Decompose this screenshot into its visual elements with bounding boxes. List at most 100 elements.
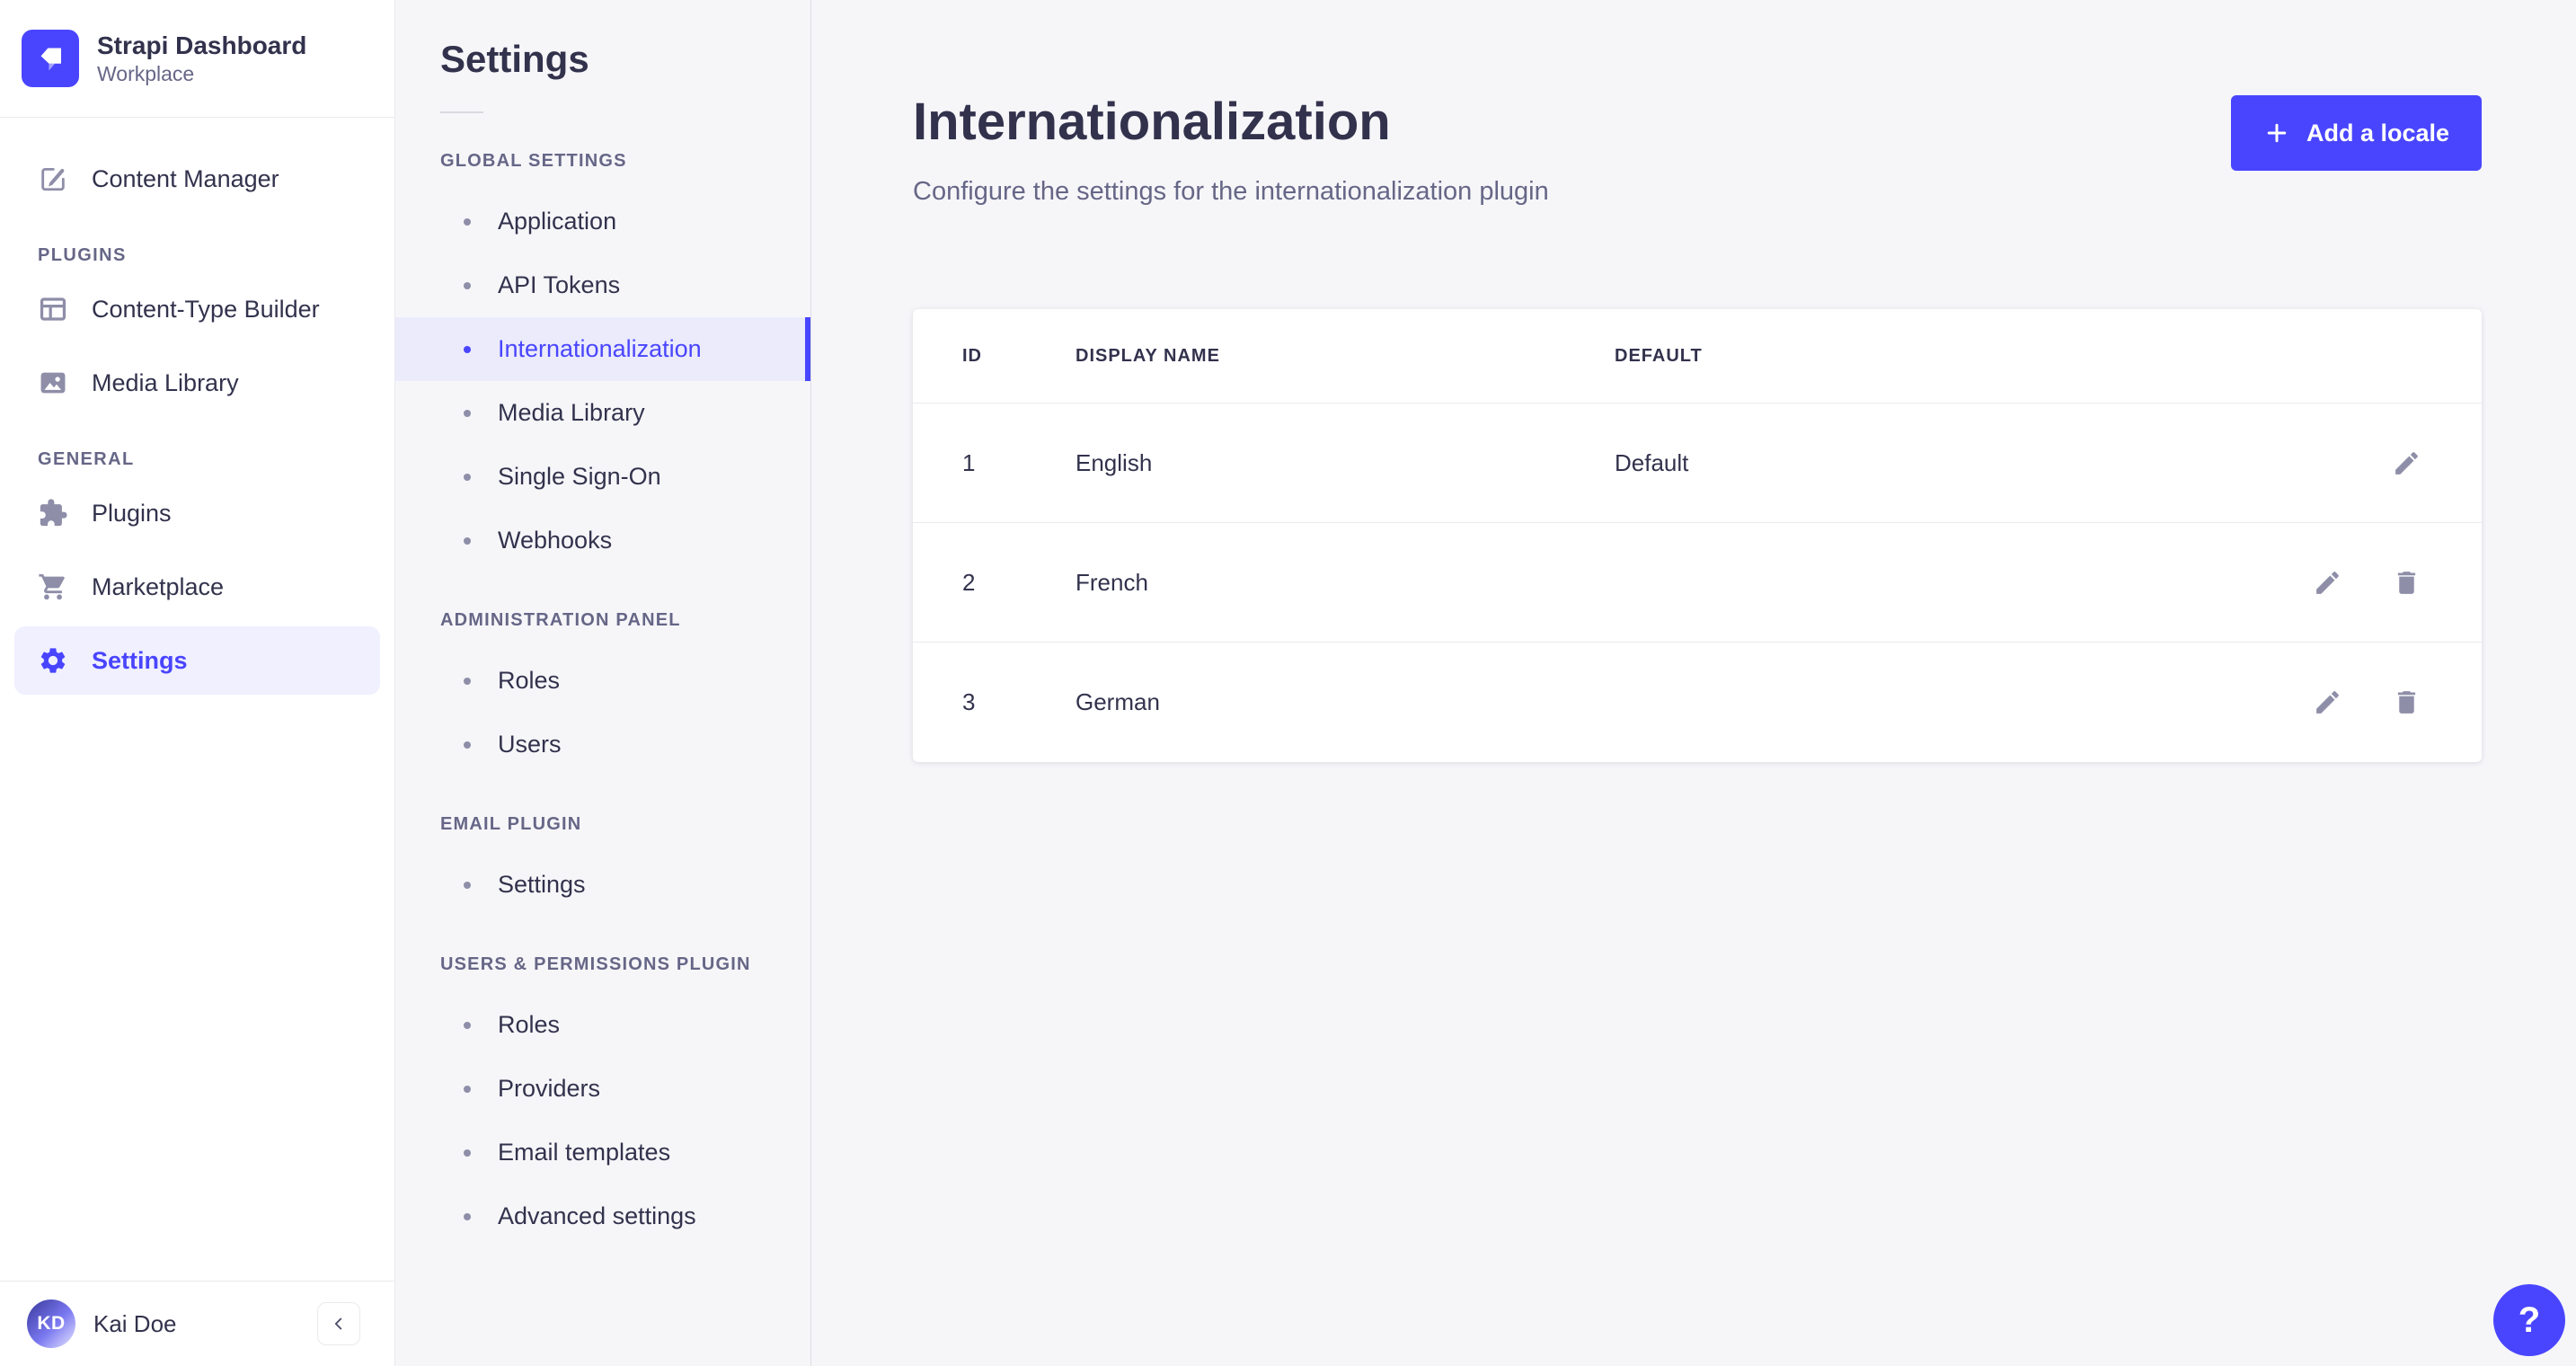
add-locale-button-label: Add a locale — [2306, 119, 2449, 146]
sidebar-item-label: Content-Type Builder — [92, 295, 320, 323]
row-actions — [2221, 681, 2428, 724]
table-row: 1 English Default — [913, 404, 2482, 523]
trash-icon — [2397, 691, 2415, 714]
column-header-display-name: DISPLAY NAME — [1076, 345, 1220, 366]
question-mark-icon: ? — [2518, 1299, 2541, 1340]
cart-icon — [39, 573, 65, 600]
subnav-item-label: Email templates — [498, 1139, 671, 1166]
row-actions — [2221, 561, 2428, 604]
edit-locale-button[interactable] — [2306, 561, 2349, 604]
cell-id: 2 — [962, 568, 976, 596]
subnav-item-label: Users — [498, 731, 562, 758]
row-actions — [2221, 441, 2428, 484]
table-row: 3 German — [913, 643, 2482, 762]
sidebar-footer: KD Kai Doe — [0, 1281, 394, 1366]
chevron-left-icon — [334, 1317, 342, 1330]
sidebar-item-label: Settings — [92, 646, 188, 674]
collapse-sidebar-button[interactable] — [317, 1302, 360, 1345]
subnav-item-label: Roles — [498, 667, 561, 694]
sidebar-nav: Content Manager PLUGINS Content-Type Bui… — [0, 118, 394, 695]
user-name: Kai Doe — [93, 1309, 177, 1337]
brand-workspace: Workplace — [97, 62, 195, 86]
help-button[interactable]: ? — [2493, 1284, 2565, 1356]
page-subtitle: Configure the settings for the internati… — [913, 177, 1549, 206]
subnav-item-single-sign-on[interactable]: Single Sign-On — [395, 445, 810, 509]
bullet-icon — [464, 537, 471, 545]
sidebar-section-plugins: PLUGINS — [38, 245, 127, 265]
subnav-item-admin-roles[interactable]: Roles — [395, 649, 810, 713]
subnav-section-users-permissions-plugin: USERS & PERMISSIONS PLUGIN — [440, 954, 751, 974]
cell-display-name: French — [1076, 568, 1148, 596]
subnav-item-application[interactable]: Application — [395, 190, 810, 253]
gear-icon — [40, 648, 66, 673]
sidebar-item-marketplace[interactable]: Marketplace — [14, 553, 380, 621]
cell-display-name: German — [1076, 688, 1160, 715]
sidebar-item-content-manager[interactable]: Content Manager — [14, 145, 380, 213]
main-content: Internationalization Configure the setti… — [811, 0, 2576, 1366]
trash-icon — [2397, 571, 2415, 594]
subnav-section-administration-panel: ADMINISTRATION PANEL — [440, 610, 681, 630]
subnav-item-label: Advanced settings — [498, 1202, 696, 1229]
subnav-item-providers[interactable]: Providers — [395, 1057, 810, 1121]
plus-icon — [2267, 123, 2287, 143]
user-menu[interactable]: KD Kai Doe — [27, 1299, 299, 1348]
subnav-title: Settings — [440, 38, 589, 80]
subnav-item-label: Roles — [498, 1011, 561, 1038]
bullet-icon — [464, 1149, 471, 1157]
pencil-icon — [2315, 691, 2339, 714]
cell-id: 1 — [962, 448, 976, 476]
pencil-icon — [2395, 451, 2418, 475]
subnav-item-media-library[interactable]: Media Library — [395, 381, 810, 445]
sidebar-item-label: Plugins — [92, 499, 172, 527]
media-library-icon — [40, 372, 66, 394]
locales-table-card: ID DISPLAY NAME DEFAULT 1 English Defaul… — [913, 309, 2482, 762]
subnav-item-label: Media Library — [498, 399, 645, 426]
bullet-icon — [464, 281, 471, 289]
bullet-icon — [464, 217, 471, 226]
edit-locale-button[interactable] — [2306, 681, 2349, 724]
subnav-item-up-roles[interactable]: Roles — [395, 993, 810, 1057]
cell-default: Default — [1615, 448, 1689, 476]
delete-locale-button[interactable] — [2385, 681, 2428, 724]
subnav-item-label: Settings — [498, 871, 586, 898]
sidebar-item-plugins[interactable]: Plugins — [14, 479, 380, 547]
bullet-icon — [464, 881, 471, 889]
subnav-item-label: Webhooks — [498, 527, 613, 554]
subnav-item-webhooks[interactable]: Webhooks — [395, 509, 810, 572]
subnav-item-api-tokens[interactable]: API Tokens — [395, 253, 810, 317]
bullet-icon — [464, 1021, 471, 1029]
subnav-item-label: Internationalization — [498, 335, 702, 362]
table-row: 2 French — [913, 523, 2482, 643]
sidebar-item-label: Content Manager — [92, 164, 279, 192]
subnav-item-label: Providers — [498, 1075, 601, 1102]
subnav-item-email-templates[interactable]: Email templates — [395, 1121, 810, 1184]
puzzle-icon — [40, 499, 67, 527]
sidebar-item-label: Marketplace — [92, 572, 225, 600]
subnav-item-email-settings[interactable]: Settings — [395, 853, 810, 917]
main-sidebar: Strapi Dashboard Workplace Content Manag… — [0, 0, 395, 1366]
subnav-section-global-settings: GLOBAL SETTINGS — [440, 151, 627, 171]
sidebar-item-content-type-builder[interactable]: Content-Type Builder — [14, 275, 380, 343]
sidebar-section-general: GENERAL — [38, 449, 135, 469]
sidebar-item-media-library[interactable]: Media Library — [14, 349, 380, 417]
bullet-icon — [464, 741, 471, 749]
content-type-builder-icon — [40, 297, 66, 321]
subnav-item-internationalization[interactable]: Internationalization — [395, 317, 810, 381]
avatar: KD — [27, 1299, 75, 1348]
subnav-item-admin-users[interactable]: Users — [395, 713, 810, 776]
settings-subnav: Settings GLOBAL SETTINGS Application API… — [395, 0, 811, 1366]
sidebar-item-settings[interactable]: Settings — [14, 626, 380, 695]
subnav-item-advanced-settings[interactable]: Advanced settings — [395, 1184, 810, 1248]
edit-locale-button[interactable] — [2385, 441, 2428, 484]
strapi-logo-icon — [22, 30, 79, 87]
column-header-id: ID — [962, 345, 982, 366]
cell-id: 3 — [962, 688, 976, 715]
delete-locale-button[interactable] — [2385, 561, 2428, 604]
column-header-default: DEFAULT — [1615, 345, 1703, 366]
content-manager-icon — [41, 167, 65, 191]
brand-block[interactable]: Strapi Dashboard Workplace — [0, 0, 394, 118]
brand-name: Strapi Dashboard — [97, 31, 307, 60]
add-locale-button[interactable]: Add a locale — [2230, 95, 2482, 171]
subnav-item-label: Application — [498, 208, 617, 235]
bullet-icon — [464, 473, 471, 481]
